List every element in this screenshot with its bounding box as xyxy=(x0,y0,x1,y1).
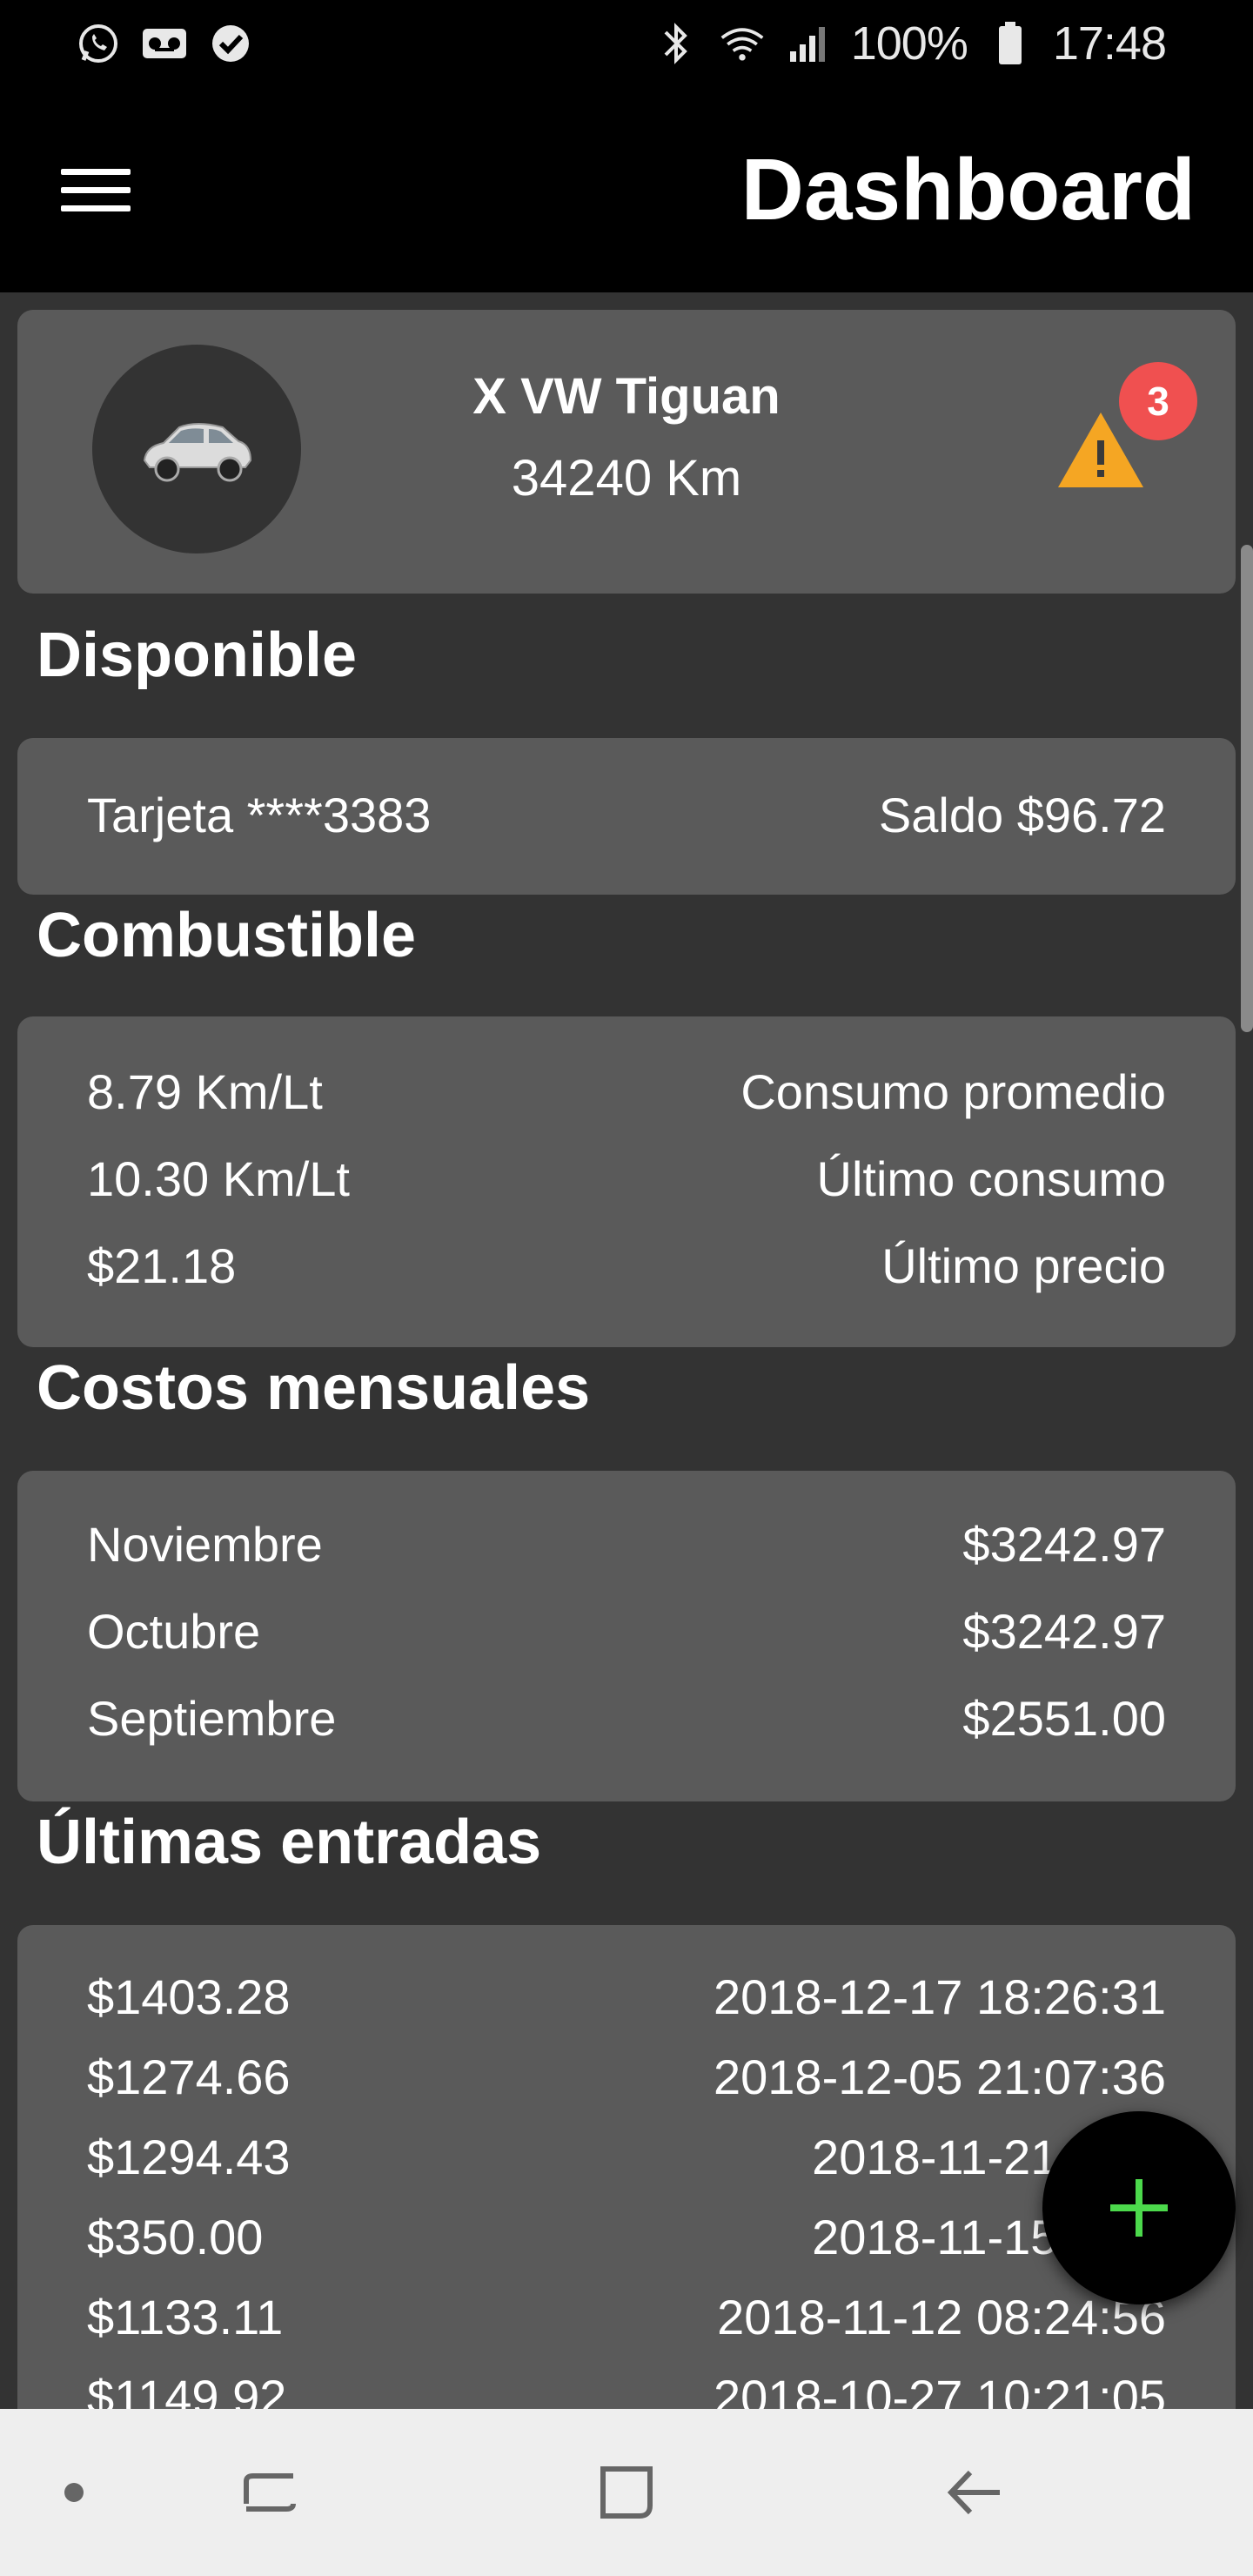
entry-date: 2018-12-05 21:07:36 xyxy=(714,2049,1166,2104)
voicemail-icon xyxy=(141,20,188,67)
plus-icon xyxy=(1110,2179,1168,2237)
month-name: Noviembre xyxy=(87,1517,323,1572)
fuel-row: 8.79 Km/Lt Consumo promedio xyxy=(87,1063,1166,1120)
entry-amount: $1403.28 xyxy=(87,1969,291,2024)
entry-amount: $1274.66 xyxy=(87,2049,291,2104)
section-title-available: Disponible xyxy=(37,621,358,690)
app-bar: Dashboard xyxy=(0,87,1253,292)
month-amount: $2551.00 xyxy=(962,1691,1166,1746)
fuel-value: 10.30 Km/Lt xyxy=(87,1151,350,1206)
back-icon xyxy=(947,2470,1000,2515)
alert-count-badge: 3 xyxy=(1119,362,1197,440)
scrollbar[interactable] xyxy=(1241,545,1253,1032)
entry-amount: $1133.11 xyxy=(87,2290,284,2345)
section-title-monthly-costs: Costos mensuales xyxy=(37,1353,591,1423)
home-icon xyxy=(600,2466,653,2519)
balance-value: Saldo $96.72 xyxy=(878,788,1166,842)
add-entry-button[interactable] xyxy=(1042,2111,1236,2304)
month-row: Octubre $3242.97 xyxy=(87,1603,1166,1660)
entry-row[interactable]: $1274.66 2018-12-05 21:07:36 xyxy=(87,2049,1166,2105)
entry-row[interactable]: $350.00 2018-11-15 21:3 xyxy=(87,2209,1166,2265)
entry-row[interactable]: $1403.28 2018-12-17 18:26:31 xyxy=(87,1969,1166,2025)
month-row: Noviembre $3242.97 xyxy=(87,1516,1166,1573)
page-title: Dashboard xyxy=(740,140,1196,238)
fuel-row: 10.30 Km/Lt Último consumo xyxy=(87,1150,1166,1207)
clock: 17:48 xyxy=(1052,17,1167,70)
status-bar: 100% 17:48 xyxy=(0,0,1253,87)
bluetooth-icon xyxy=(653,20,700,67)
monthly-costs-card[interactable]: Noviembre $3242.97 Octubre $3242.97 Sept… xyxy=(17,1471,1236,1801)
nav-dot-button[interactable] xyxy=(35,2409,113,2576)
entry-date: 2018-11-12 08:24:56 xyxy=(717,2290,1166,2345)
fuel-label: Último precio xyxy=(881,1238,1166,1293)
month-row: Septiembre $2551.00 xyxy=(87,1690,1166,1747)
status-right-icons: 100% 17:48 xyxy=(653,17,1167,70)
vehicle-card[interactable]: X VW Tiguan 34240 Km 3 xyxy=(17,310,1236,594)
available-card[interactable]: Tarjeta ****3383 Saldo $96.72 xyxy=(17,738,1236,895)
fuel-value: 8.79 Km/Lt xyxy=(87,1064,323,1119)
card-label: Tarjeta ****3383 xyxy=(87,788,432,842)
dashboard-content[interactable]: X VW Tiguan 34240 Km 3 Disponible Tarjet… xyxy=(0,292,1253,2409)
check-circle-icon xyxy=(207,20,254,67)
entry-date: 2018-10-27 10:21:05 xyxy=(714,2370,1166,2409)
status-left-icons xyxy=(75,20,254,67)
battery-percent: 100% xyxy=(850,17,968,70)
battery-icon xyxy=(987,20,1034,67)
hamburger-menu-icon[interactable] xyxy=(61,153,134,226)
entry-row[interactable]: $1149.92 2018-10-27 10:21:05 xyxy=(87,2369,1166,2409)
wifi-icon xyxy=(719,20,766,67)
whatsapp-icon xyxy=(75,20,122,67)
home-button[interactable] xyxy=(574,2409,679,2576)
entry-amount: $1294.43 xyxy=(87,2130,291,2184)
fuel-card[interactable]: 8.79 Km/Lt Consumo promedio 10.30 Km/Lt … xyxy=(17,1016,1236,1347)
recent-apps-icon xyxy=(244,2473,296,2512)
dot-icon xyxy=(64,2483,84,2502)
fuel-label: Último consumo xyxy=(816,1151,1166,1206)
entry-row[interactable]: $1294.43 2018-11-21 15:3 xyxy=(87,2129,1166,2185)
entry-amount: $350.00 xyxy=(87,2210,264,2264)
fuel-value: $21.18 xyxy=(87,1238,237,1293)
back-button[interactable] xyxy=(922,2409,1027,2576)
section-title-fuel: Combustible xyxy=(37,901,417,970)
fuel-label: Consumo promedio xyxy=(740,1064,1166,1119)
month-name: Octubre xyxy=(87,1604,261,1659)
section-title-latest-entries: Últimas entradas xyxy=(37,1808,542,1877)
fuel-row: $21.18 Último precio xyxy=(87,1238,1166,1294)
entry-amount: $1149.92 xyxy=(87,2370,287,2409)
month-name: Septiembre xyxy=(87,1691,337,1746)
signal-icon xyxy=(785,20,832,67)
recent-apps-button[interactable] xyxy=(218,2409,322,2576)
system-nav-bar xyxy=(0,2409,1253,2576)
alerts-button[interactable]: 3 xyxy=(1053,362,1201,501)
month-amount: $3242.97 xyxy=(962,1604,1166,1659)
month-amount: $3242.97 xyxy=(962,1517,1166,1572)
available-row: Tarjeta ****3383 Saldo $96.72 xyxy=(87,787,1166,843)
entry-row[interactable]: $1133.11 2018-11-12 08:24:56 xyxy=(87,2289,1166,2345)
entry-date: 2018-12-17 18:26:31 xyxy=(714,1969,1166,2024)
